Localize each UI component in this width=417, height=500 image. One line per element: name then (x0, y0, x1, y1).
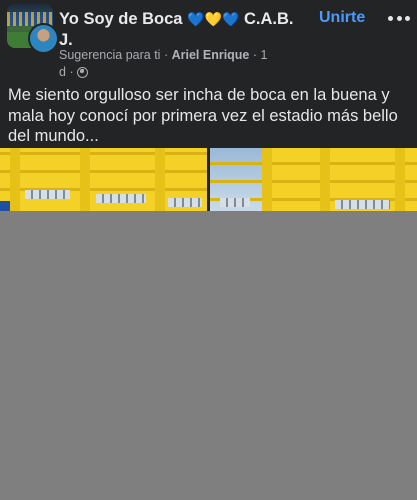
facade-pillar (320, 148, 330, 211)
group-title[interactable]: Yo Soy de Boca 💙💛💙 C.A.B. J. (59, 9, 307, 51)
author-avatar[interactable] (28, 23, 59, 54)
facade-pillar (395, 148, 405, 211)
post-photo[interactable] (0, 148, 207, 211)
facade-windows (335, 200, 390, 209)
more-options-icon[interactable] (388, 8, 410, 28)
post-photo[interactable] (210, 148, 417, 211)
dot (388, 15, 393, 21)
facade-pillar (155, 148, 165, 211)
dot (396, 15, 402, 21)
facade-windows (220, 198, 250, 207)
photo-grid (0, 148, 417, 211)
facade-windows (168, 198, 202, 207)
blue-heart-icon: 💙 (187, 11, 205, 27)
facade-windows (96, 194, 146, 203)
post-meta: Sugerencia para ti · Ariel Enrique · 1 d… (59, 47, 269, 81)
feed-post: Yo Soy de Boca 💙💛💙 C.A.B. J. Unirte Suge… (0, 0, 417, 211)
yellow-heart-icon: 💛 (204, 11, 222, 27)
facade-band (0, 170, 207, 173)
post-text: Me siento orgulloso ser incha de boca en… (8, 86, 398, 145)
meta-separator: · (69, 65, 74, 79)
suggestion-label: Sugerencia para ti (59, 48, 161, 62)
join-group-button[interactable]: Unirte (319, 9, 365, 27)
facade-pillar (80, 148, 90, 211)
facade-pillar (10, 148, 20, 211)
globe-icon (77, 67, 89, 78)
facade-windows (25, 190, 70, 199)
blue-trim (0, 201, 10, 211)
meta-separator: · (252, 48, 258, 62)
blue-heart-icon: 💙 (221, 11, 240, 27)
dot (405, 15, 410, 21)
facade-band (0, 152, 207, 155)
meta-separator: · (163, 48, 169, 62)
facade-band (210, 180, 417, 183)
facade-band (210, 162, 417, 165)
group-name[interactable]: Yo Soy de Boca (59, 10, 182, 28)
author-name[interactable]: Ariel Enrique (172, 48, 250, 62)
facade-pillar (262, 148, 272, 211)
